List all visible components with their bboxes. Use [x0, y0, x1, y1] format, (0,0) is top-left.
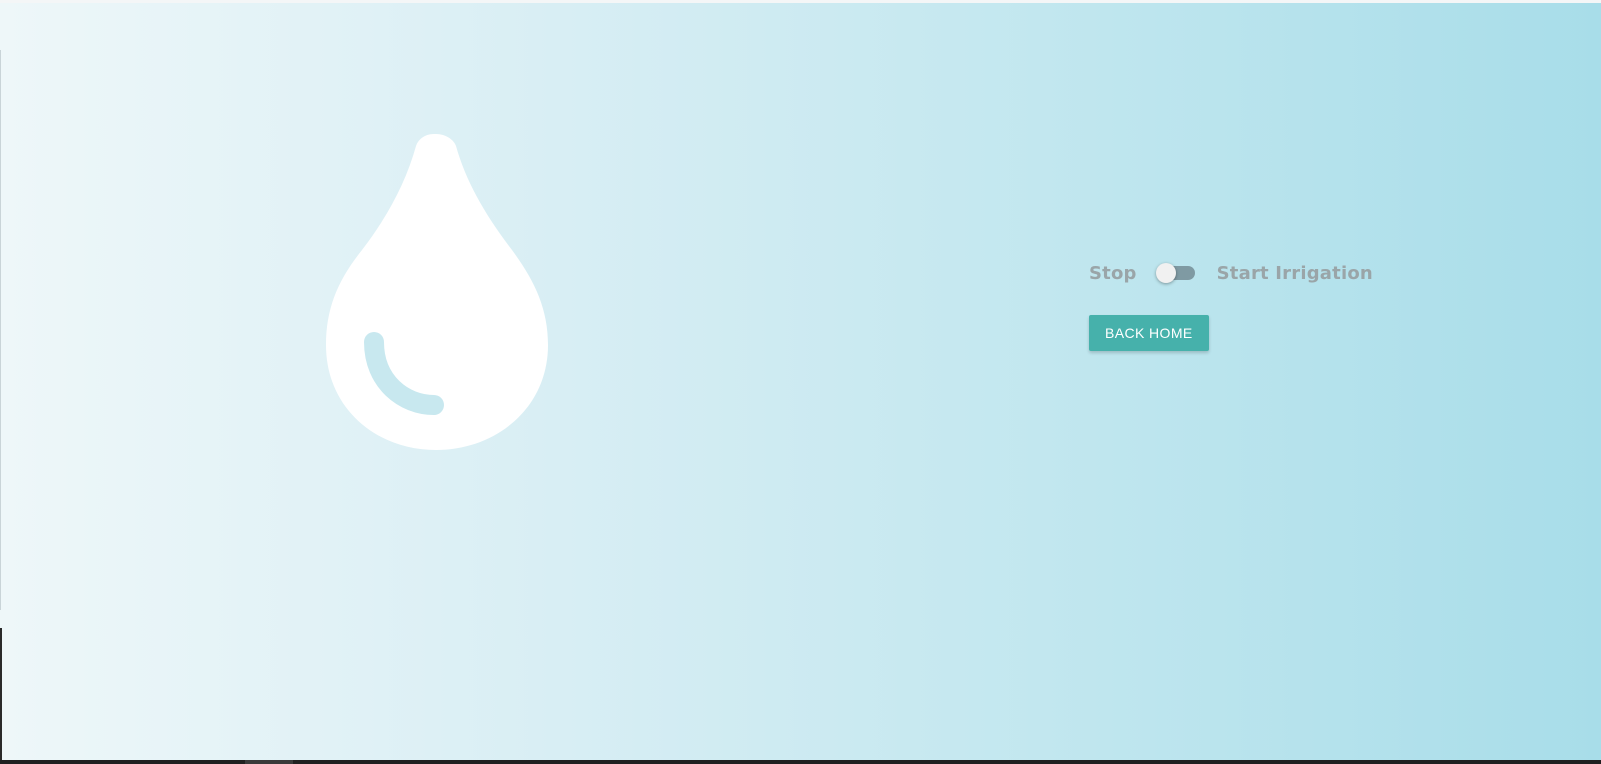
- irrigation-toggle[interactable]: [1155, 263, 1195, 283]
- switch-off-label: Stop: [1089, 262, 1137, 284]
- switch-on-label: Start Irrigation: [1216, 262, 1373, 284]
- toggle-knob[interactable]: [1155, 263, 1176, 283]
- taskbar-item[interactable]: [245, 760, 293, 764]
- water-drop-icon: [326, 130, 556, 460]
- irrigation-switch: Stop Start Irrigation: [1089, 258, 1373, 288]
- irrigation-controls: Stop Start Irrigation BACK HOME: [1089, 258, 1373, 351]
- back-home-button[interactable]: BACK HOME: [1089, 315, 1209, 351]
- taskbar: [0, 760, 1601, 764]
- left-border: [0, 50, 1, 610]
- top-border: [0, 0, 1601, 3]
- left-border-dark: [0, 628, 2, 760]
- irrigation-page: Stop Start Irrigation BACK HOME: [0, 0, 1601, 760]
